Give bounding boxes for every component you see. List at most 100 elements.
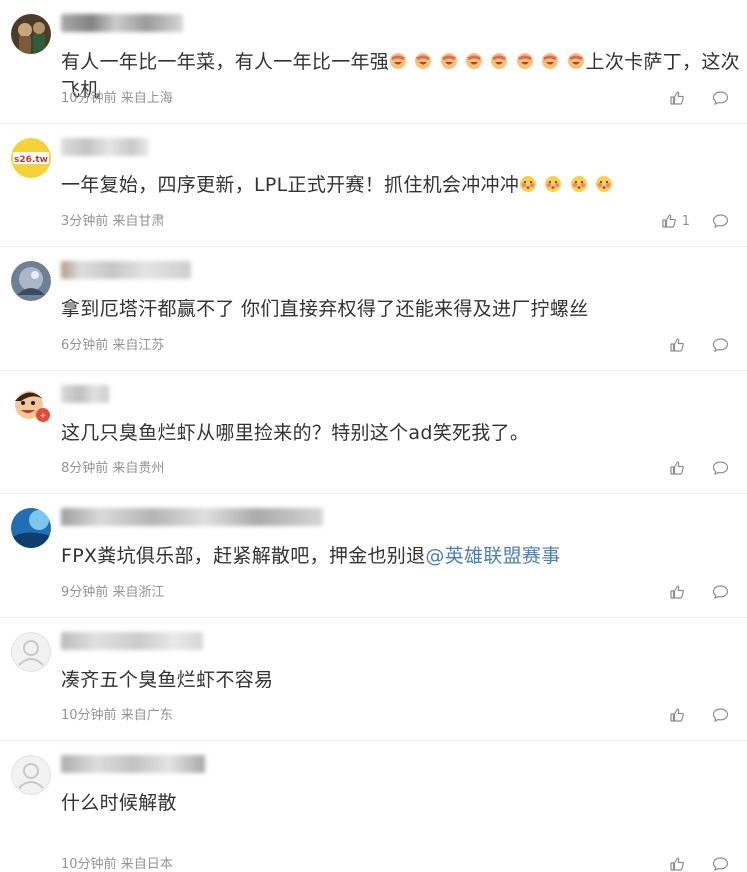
username-redacted[interactable] bbox=[61, 261, 191, 279]
avatar[interactable] bbox=[11, 508, 51, 548]
comment-text-part: FPX粪坑俱乐部，赶紧解散吧，押金也别退 bbox=[61, 545, 426, 567]
comment-bubble-icon bbox=[712, 337, 729, 352]
comment-meta: 10分钟前 来自上海 bbox=[61, 87, 173, 106]
comment-time: 10分钟前 bbox=[61, 857, 117, 872]
avatar[interactable] bbox=[11, 261, 51, 301]
avatar[interactable] bbox=[11, 631, 51, 672]
username-redacted[interactable] bbox=[61, 14, 183, 32]
comment-time: 8分钟前 bbox=[61, 461, 109, 476]
like-button[interactable] bbox=[669, 337, 690, 353]
comment-text: 这几只臭鱼烂虾从哪里捡来的？特别这个ad笑死我了。 bbox=[61, 419, 741, 447]
laughing-emoji-icon bbox=[567, 53, 584, 69]
comment-time: 10分钟前 bbox=[61, 708, 117, 723]
comment-text: 拿到厄塔汗都赢不了 你们直接弃权得了还能来得及进厂拧螺丝 bbox=[61, 295, 741, 323]
thumbs-up-icon bbox=[670, 461, 684, 475]
comment-feed: 有人一年比一年菜，有人一年比一年强 上次卡萨丁，这次飞机 10分钟前 来自上海 bbox=[0, 0, 747, 872]
thumbs-up-icon bbox=[670, 857, 684, 871]
username-redacted[interactable] bbox=[61, 384, 109, 403]
laughing-emoji-icon bbox=[516, 53, 533, 69]
comment-text-part: 什么时候解散 bbox=[61, 792, 177, 814]
blushing-emoji-icon bbox=[545, 175, 562, 192]
comment-actions: 1 bbox=[639, 213, 729, 229]
comment-time: 10分钟前 bbox=[61, 90, 117, 106]
comment-location: 来自贵州 bbox=[112, 461, 165, 476]
comment-meta: 6分钟前 来自江苏 bbox=[61, 334, 164, 353]
comment-location: 来自浙江 bbox=[112, 584, 165, 600]
avatar[interactable] bbox=[11, 755, 51, 795]
laughing-emoji-icon bbox=[466, 53, 483, 69]
comment-actions bbox=[647, 337, 729, 353]
comment-actions bbox=[647, 460, 729, 476]
laughing-emoji-icon bbox=[440, 53, 457, 69]
comment-actions bbox=[647, 856, 729, 872]
reply-button[interactable] bbox=[712, 856, 729, 872]
username-redacted[interactable] bbox=[61, 508, 323, 526]
comment-text-part: 这几只臭鱼烂虾从哪里捡来的？特别这个ad笑死我了。 bbox=[61, 421, 530, 444]
comment-text-part: 有人一年比一年菜，有人一年比一年强 bbox=[61, 51, 390, 73]
comment-meta: 10分钟前 来自广东 bbox=[61, 704, 173, 723]
comment-meta: 9分钟前 来自浙江 bbox=[61, 581, 164, 600]
comment-text-part: 一年复始，四序更新，LPL正式开赛！抓住机会冲冲冲 bbox=[61, 173, 520, 196]
comment-text: 凑齐五个臭鱼烂虾不容易 bbox=[61, 666, 741, 694]
comment-bubble-icon bbox=[712, 214, 729, 228]
thumbs-up-icon bbox=[670, 584, 684, 599]
comment-meta: 10分钟前 来自日本 bbox=[61, 853, 173, 872]
comment-location: 来自上海 bbox=[120, 90, 173, 106]
laughing-emoji-icon bbox=[390, 53, 407, 69]
reply-button[interactable] bbox=[712, 460, 729, 476]
thumbs-up-icon bbox=[670, 337, 684, 352]
reply-button[interactable] bbox=[712, 337, 729, 353]
emoji-group bbox=[389, 47, 585, 75]
comment-item: 什么时候解散 10分钟前 来自日本 bbox=[0, 741, 747, 872]
comment-time: 3分钟前 bbox=[61, 214, 109, 229]
avatar[interactable]: + bbox=[11, 384, 51, 425]
like-button[interactable] bbox=[669, 856, 690, 872]
reply-button[interactable] bbox=[712, 584, 729, 600]
like-button[interactable] bbox=[669, 584, 690, 600]
username-redacted[interactable] bbox=[61, 631, 203, 650]
thumbs-up-icon bbox=[670, 90, 684, 105]
comment-text-part: 凑齐五个臭鱼烂虾不容易 bbox=[61, 668, 274, 691]
like-button[interactable] bbox=[669, 707, 690, 723]
laughing-emoji-icon bbox=[415, 53, 432, 69]
blushing-emoji-icon bbox=[520, 175, 537, 192]
avatar-logo-text: s26.tw bbox=[14, 155, 48, 165]
reply-button[interactable] bbox=[712, 707, 729, 723]
like-count: 1 bbox=[681, 213, 690, 229]
comment-bubble-icon bbox=[712, 584, 729, 599]
comment-location: 来自广东 bbox=[120, 708, 173, 723]
comment-actions bbox=[647, 584, 729, 600]
comment-time: 6分钟前 bbox=[61, 337, 109, 353]
mention-link[interactable]: @英雄联盟赛事 bbox=[425, 545, 560, 567]
comment-bubble-icon bbox=[712, 708, 729, 722]
reply-button[interactable] bbox=[712, 213, 729, 229]
comment-item: + 这几只臭鱼烂虾从哪里捡来的？特别这个ad笑死我了。 8分钟前 来自贵州 bbox=[0, 371, 747, 494]
emoji-group bbox=[519, 169, 614, 197]
avatar[interactable] bbox=[11, 14, 51, 54]
like-button[interactable]: 1 bbox=[661, 213, 690, 229]
comment-time: 9分钟前 bbox=[61, 584, 109, 600]
username-redacted[interactable] bbox=[61, 755, 205, 773]
comment-text-part: 拿到厄塔汗都赢不了 你们直接弃权得了还能来得及进厂拧螺丝 bbox=[61, 298, 589, 320]
username-redacted[interactable] bbox=[61, 137, 149, 156]
like-button[interactable] bbox=[669, 90, 690, 106]
comment-item: 有人一年比一年菜，有人一年比一年强 上次卡萨丁，这次飞机 10分钟前 来自上海 bbox=[0, 0, 747, 124]
comment-actions bbox=[647, 707, 729, 723]
comment-location: 来自江苏 bbox=[112, 337, 165, 353]
comment-bubble-icon bbox=[712, 461, 729, 475]
comment-text: 一年复始，四序更新，LPL正式开赛！抓住机会冲冲冲 bbox=[61, 171, 741, 199]
like-button[interactable] bbox=[669, 460, 690, 476]
comment-bubble-icon bbox=[712, 857, 729, 871]
comment-location: 来自甘肃 bbox=[112, 214, 165, 229]
comment-item: s26.tw 一年复始，四序更新，LPL正式开赛！抓住机会冲冲冲 3分钟前 来自… bbox=[0, 124, 747, 247]
comment-item: 拿到厄塔汗都赢不了 你们直接弃权得了还能来得及进厂拧螺丝 6分钟前 来自江苏 bbox=[0, 247, 747, 371]
comment-item: FPX粪坑俱乐部，赶紧解散吧，押金也别退@英雄联盟赛事 9分钟前 来自浙江 bbox=[0, 494, 747, 618]
reply-button[interactable] bbox=[712, 90, 729, 106]
thumbs-up-icon bbox=[662, 214, 676, 228]
comment-text: 什么时候解散 bbox=[61, 789, 741, 817]
comment-item: 凑齐五个臭鱼烂虾不容易 10分钟前 来自广东 bbox=[0, 618, 747, 741]
comment-location: 来自日本 bbox=[120, 857, 173, 872]
avatar[interactable]: s26.tw bbox=[11, 137, 51, 178]
comment-bubble-icon bbox=[712, 90, 729, 105]
comment-actions bbox=[647, 90, 729, 106]
